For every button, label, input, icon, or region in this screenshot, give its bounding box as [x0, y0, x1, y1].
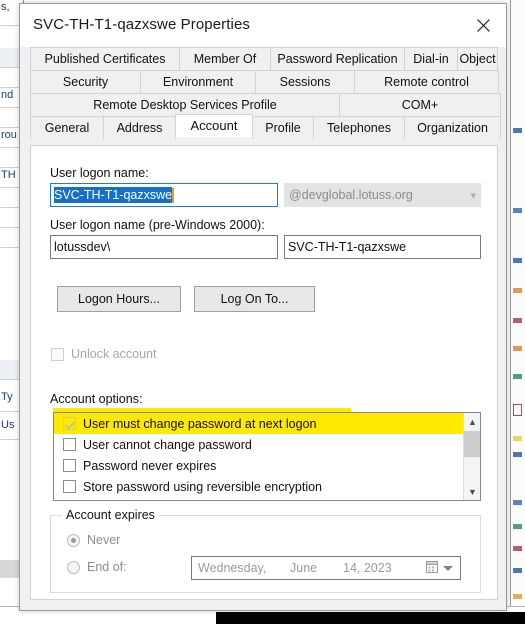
pre-windows-2000-domain-input[interactable]: lotussdev\ — [50, 235, 278, 259]
background-chip — [513, 594, 522, 599]
background-chip — [513, 288, 522, 293]
tab-object[interactable]: Object — [457, 47, 498, 70]
tab-environment[interactable]: Environment — [140, 70, 256, 93]
tab-member-of[interactable]: Member Of — [179, 47, 271, 70]
user-properties-dialog: SVC-TH-T1-qazxswe Properties Published C… — [19, 3, 507, 611]
chevron-down-icon[interactable] — [443, 566, 453, 571]
list-item-label: User must change password at next logon — [83, 416, 317, 431]
upn-suffix-dropdown[interactable]: @devglobal.lotuss.org ▾ — [284, 183, 481, 207]
unlock-account-checkbox[interactable] — [51, 347, 64, 361]
tab-password-replication[interactable]: Password Replication — [270, 47, 405, 70]
upn-suffix-value: @devglobal.lotuss.org — [289, 188, 413, 202]
expiration-date-field[interactable]: Wednesday, June 14, 2023 — [191, 556, 461, 580]
background-chip — [513, 546, 522, 551]
close-icon — [477, 18, 490, 32]
end-of-label: End of: — [87, 560, 127, 574]
tab-profile[interactable]: Profile — [252, 116, 314, 139]
background-chip — [513, 318, 522, 323]
never-label: Never — [87, 533, 121, 547]
dialog-title: SVC-TH-T1-qazxswe Properties — [33, 16, 251, 33]
tab-remote-control[interactable]: Remote control — [354, 70, 499, 93]
account-expires-group: Account expires Never End of: Wednesday,… — [50, 508, 481, 593]
screen: s, nd rou TH Ty Us SVC-TH-T1-qazxswe Pro… — [0, 0, 525, 624]
background-chip — [513, 436, 522, 441]
unlock-account-checkbox-row[interactable]: Unlock account — [51, 347, 156, 361]
list-item[interactable]: User must change password at next logon — [54, 413, 480, 434]
background-chip — [513, 128, 522, 133]
tab-remote-desktop-services-profile[interactable]: Remote Desktop Services Profile — [30, 93, 340, 116]
user-logon-name-input[interactable]: SVC-TH-T1-qazxswe — [50, 183, 278, 207]
never-radio[interactable] — [67, 533, 80, 547]
log-on-to-button[interactable]: Log On To... — [194, 286, 315, 312]
date-day-year: 14, 2023 — [343, 561, 392, 575]
background-chip — [513, 524, 522, 529]
background-chip — [513, 258, 522, 263]
option-checkbox[interactable] — [63, 480, 76, 493]
never-radio-row[interactable]: Never — [67, 533, 120, 547]
background-chip — [513, 374, 522, 379]
background-right-strip — [510, 0, 525, 606]
tab-com-plus[interactable]: COM+ — [339, 93, 501, 116]
tab-row-4: General Address Account Profile Telephon… — [30, 114, 501, 139]
pre-windows-2000-name-value: SVC-TH-T1-qazxswe — [288, 240, 407, 254]
tab-address[interactable]: Address — [103, 116, 176, 139]
pre-windows-2000-label: User logon name (pre-Windows 2000): — [50, 218, 265, 232]
scroll-up-button[interactable]: ▲ — [464, 413, 480, 430]
pre-windows-2000-domain-value: lotussdev\ — [54, 240, 111, 254]
tab-published-certificates[interactable]: Published Certificates — [30, 47, 180, 70]
tab-organization[interactable]: Organization — [404, 116, 501, 139]
date-weekday: Wednesday, — [198, 561, 267, 575]
tab-row-3: Remote Desktop Services Profile COM+ — [30, 93, 501, 116]
text-caret — [172, 187, 175, 203]
list-item-label: Password never expires — [83, 458, 217, 473]
tab-security[interactable]: Security — [30, 70, 141, 93]
background-chip — [513, 346, 522, 351]
calendar-icon[interactable] — [426, 561, 440, 575]
user-logon-name-value: SVC-TH-T1-qazxswe — [54, 187, 173, 203]
options-scrollbar[interactable]: ▲ ▼ — [463, 413, 480, 500]
tab-dial-in[interactable]: Dial-in — [404, 47, 458, 70]
tab-row-2: Security Environment Sessions Remote con… — [30, 70, 499, 93]
tab-row-1: Published Certificates Member Of Passwor… — [30, 47, 498, 70]
tab-strip: Published Certificates Member Of Passwor… — [30, 47, 501, 139]
user-logon-name-label: User logon name: — [50, 166, 149, 180]
account-tab-panel: User logon name: SVC-TH-T1-qazxswe @devg… — [30, 145, 498, 600]
end-of-radio[interactable] — [67, 560, 80, 574]
option-checkbox[interactable] — [63, 438, 76, 451]
scroll-down-button[interactable]: ▼ — [464, 483, 480, 500]
tab-sessions[interactable]: Sessions — [255, 70, 355, 93]
option-checkbox[interactable] — [63, 459, 76, 472]
tab-telephones[interactable]: Telephones — [313, 116, 405, 139]
list-item[interactable]: User cannot change password — [54, 434, 480, 455]
scrollbar-thumb[interactable] — [464, 431, 480, 457]
logon-hours-button[interactable]: Logon Hours... — [57, 286, 181, 312]
list-item[interactable]: Password never expires — [54, 455, 480, 476]
list-item-label: User cannot change password — [83, 437, 252, 452]
list-item[interactable]: Store password using reversible encrypti… — [54, 476, 480, 497]
dialog-titlebar: SVC-TH-T1-qazxswe Properties — [20, 4, 506, 47]
pre-windows-2000-name-input[interactable]: SVC-TH-T1-qazxswe — [284, 235, 481, 259]
background-chip — [513, 500, 522, 505]
tab-general[interactable]: General — [30, 116, 104, 139]
list-item-label: Store password using reversible encrypti… — [83, 479, 323, 494]
tab-account[interactable]: Account — [175, 114, 253, 137]
background-bottom-dark — [216, 612, 525, 624]
chevron-down-icon: ▾ — [470, 189, 476, 202]
background-chip — [513, 452, 522, 457]
background-chip — [513, 404, 522, 416]
option-checkbox[interactable] — [63, 417, 76, 430]
date-month: June — [290, 561, 318, 575]
account-options-list[interactable]: User must change password at next logon … — [53, 412, 481, 501]
background-chip — [513, 568, 522, 573]
account-options-label: Account options: — [50, 392, 143, 406]
end-of-radio-row[interactable]: End of: — [67, 560, 127, 574]
account-expires-title: Account expires — [62, 508, 159, 522]
close-button[interactable] — [461, 4, 506, 46]
background-chip — [513, 208, 522, 213]
unlock-account-label: Unlock account — [71, 347, 157, 361]
